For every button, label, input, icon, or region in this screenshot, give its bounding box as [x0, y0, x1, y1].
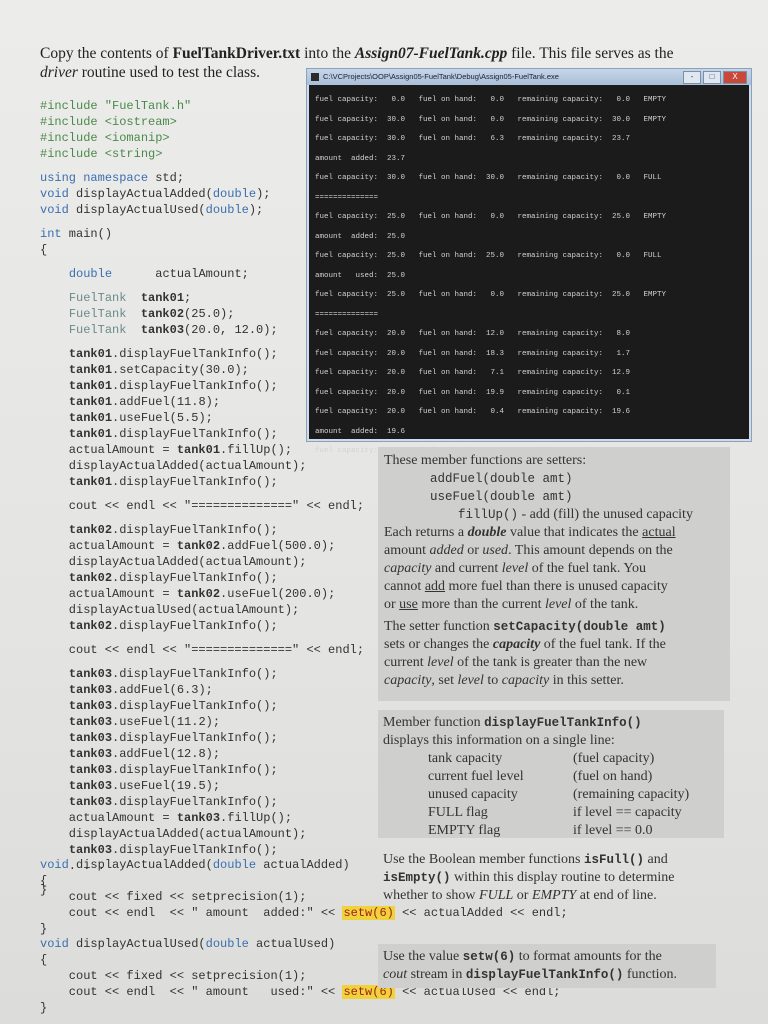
maximize-button[interactable]: □ — [703, 71, 721, 84]
code-line: actualAmount = tank02.addFuel(500.0); — [40, 539, 336, 553]
field-meaning: if level == capacity — [573, 805, 682, 820]
console-title-bar: C:\VCProjects\OOP\Assign05-FuelTank\Debu… — [307, 69, 751, 85]
target-file-name: Assign07-FuelTank.cpp — [354, 45, 508, 62]
console-line: fuel capacity: 25.0 fuel on hand: 25.0 r… — [315, 252, 662, 260]
console-app-icon — [311, 73, 319, 81]
code-line: displayActualUsed(actualAmount); — [40, 603, 300, 617]
document-page: Copy the contents of FuelTankDriver.txt … — [0, 0, 768, 1024]
code-line: actualAmount = tank02.useFuel(200.0); — [40, 587, 336, 601]
console-line: ============== — [315, 310, 379, 319]
code-line: tank03.displayFuelTankInfo(); — [68, 763, 278, 777]
code-line: tank03.useFuel(19.5); — [68, 779, 221, 793]
display-field-row: unused capacity (remaining capacity) — [383, 786, 728, 804]
display-function-name: displayFuelTankInfo() — [484, 716, 642, 730]
console-line: fuel capacity: 20.0 fuel on hand: 0.4 re… — [315, 408, 631, 416]
code-line: tank03.displayFuelTankInfo(); — [68, 667, 278, 681]
setters-para-line: amount added or used. This amount depend… — [384, 543, 673, 558]
console-line: fuel capacity: 30.0 fuel on hand: 6.3 re… — [315, 135, 631, 143]
console-line: fuel capacity: 0.0 fuel on hand: 0.0 rem… — [315, 96, 667, 104]
console-line: amount added: 19.6 — [315, 427, 406, 436]
setters-para-line: or use more than the current level of th… — [384, 597, 639, 612]
close-button[interactable]: X — [723, 71, 747, 84]
console-line: fuel capacity: 20.0 fuel on hand: 7.1 re… — [315, 369, 631, 377]
console-line: fuel capacity: 25.0 fuel on hand: 0.0 re… — [315, 291, 667, 299]
field-name: unused capacity — [428, 787, 518, 802]
display-info-note: Member function displayFuelTankInfo() di… — [383, 714, 728, 840]
code-line: tank03.displayFuelTankInfo(); — [68, 843, 278, 857]
code-line: cout << endl << "==============" << endl… — [40, 499, 365, 513]
intro-text: routine used to test the class. — [77, 64, 260, 81]
intro-text: into the — [300, 45, 355, 62]
intro-text: file. This file serves as the — [507, 45, 674, 62]
console-line: amount added: 25.0 — [315, 232, 406, 241]
fillup-signature: fillUp() — [458, 508, 519, 522]
code-line: } — [40, 922, 48, 936]
field-name: tank capacity — [428, 751, 503, 766]
code-line: tank03.displayFuelTankInfo(); — [68, 699, 278, 713]
field-meaning: (fuel capacity) — [573, 751, 655, 766]
code-line: actualAmount = tank03.fillUp(); — [40, 811, 293, 825]
field-name: EMPTY flag — [428, 823, 501, 838]
console-line: ============== — [315, 193, 379, 202]
code-line: tank03.addFuel(12.8); — [68, 747, 221, 761]
display-field-row: tank capacity (fuel capacity) — [383, 750, 728, 768]
fillup-desc: - add (fill) the unused capacity — [518, 507, 693, 522]
setters-note: These member functions are setters: addF… — [384, 452, 729, 690]
code-line: tank03.useFuel(11.2); — [68, 715, 221, 729]
field-meaning: if level == 0.0 — [573, 823, 653, 838]
setters-para-line: cannot add more fuel than there is unuse… — [384, 579, 668, 594]
display-field-row: EMPTY flag if level == 0.0 — [383, 822, 728, 840]
setcapacity-line: capacity, set level to capacity in this … — [384, 673, 624, 688]
boolean-note: Use the Boolean member functions isFull(… — [383, 852, 675, 903]
code-line: cout << endl << "==============" << endl… — [40, 643, 365, 657]
code-line: tank03.displayFuelTankInfo(); — [68, 795, 278, 809]
code-line: cout << endl << " amount added:" << setw… — [40, 906, 568, 920]
usefuel-signature: useFuel(double amt) — [430, 490, 573, 504]
fillup-line: fillUp() - add (fill) the unused capacit… — [384, 506, 729, 524]
setcapacity-line: sets or changes the capacity of the fuel… — [384, 637, 666, 652]
setw-note: Use the value setw(6) to format amounts … — [383, 949, 678, 982]
intro-text: Copy the contents of — [40, 45, 173, 62]
console-line: fuel capacity: 30.0 fuel on hand: 0.0 re… — [315, 115, 667, 124]
code-line: displayActualAdded(actualAmount); — [40, 827, 307, 841]
console-line: fuel capacity: 30.0 fuel on hand: 30.0 r… — [315, 174, 662, 182]
setters-para-line: capacity and current level of the fuel t… — [384, 561, 647, 576]
console-line: fuel capacity: 25.0 fuel on hand: 0.0 re… — [315, 213, 667, 221]
display-field-row: current fuel level (fuel on hand) — [383, 768, 728, 786]
code-line: tank01.displayFuelTankInfo(); — [68, 475, 278, 489]
field-name: FULL flag — [428, 805, 488, 820]
console-line: amount added: 23.7 — [315, 154, 406, 163]
setcapacity-line: The setter function setCapacity(double a… — [384, 619, 666, 634]
setters-para-line: Each returns a double value that indicat… — [384, 525, 676, 540]
driver-word: driver — [40, 64, 78, 81]
display-field-row: FULL flag if level == capacity — [383, 804, 728, 822]
field-meaning: (remaining capacity) — [573, 787, 690, 802]
driver-file-name: FuelTankDriver.txt — [172, 45, 301, 62]
code-line: tank03.addFuel(6.3); — [68, 683, 213, 697]
code-line: tank03.displayFuelTankInfo(); — [68, 731, 278, 745]
code-line: displayActualAdded(actualAmount); — [40, 555, 307, 569]
console-window: C:\VCProjects\OOP\Assign05-FuelTank\Debu… — [306, 68, 752, 455]
console-line: amount used: 25.0 — [315, 271, 406, 280]
minimize-button[interactable]: - — [683, 71, 701, 84]
window-controls: - □ X — [683, 71, 747, 84]
code-line: tank02.displayFuelTankInfo(); — [68, 619, 278, 633]
setters-heading: These member functions are setters: — [384, 453, 587, 468]
code-line: tank02.displayFuelTankInfo(); — [68, 571, 278, 585]
console-title: C:\VCProjects\OOP\Assign05-FuelTank\Debu… — [323, 72, 559, 81]
setcapacity-line: current level of the tank is greater tha… — [384, 655, 648, 670]
code-line: } — [40, 1001, 48, 1015]
console-line: fuel capacity: 20.0 fuel on hand: 19.9 r… — [315, 388, 631, 397]
field-name: current fuel level — [428, 769, 524, 784]
code-line: tank02.displayFuelTankInfo(); — [68, 523, 278, 537]
console-line: fuel capacity: 20.0 fuel on hand: 18.3 r… — [315, 349, 631, 358]
field-meaning: (fuel on hand) — [573, 769, 653, 784]
addfuel-signature: addFuel(double amt) — [430, 472, 573, 486]
display-fields-list: tank capacity (fuel capacity) current fuel… — [383, 750, 728, 840]
console-output: fuel capacity: 0.0 fuel on hand: 0.0 rem… — [315, 91, 743, 462]
console-line: fuel capacity: 20.0 fuel on hand: 12.0 r… — [315, 330, 631, 338]
